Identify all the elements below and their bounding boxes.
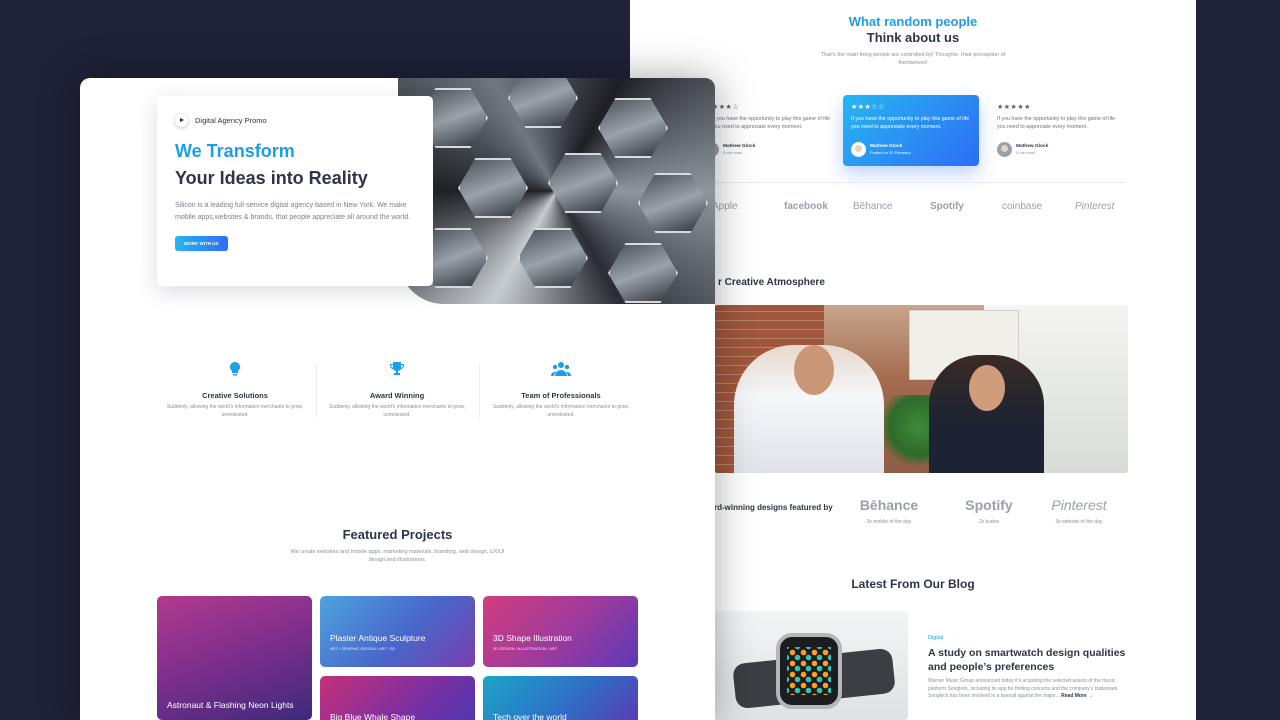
author-name: Mathew Glock (1016, 144, 1049, 149)
testimonials-subtitle: That's the main thing people are control… (820, 52, 1006, 66)
read-more-link[interactable]: Read More → (1061, 693, 1093, 699)
office-photo (714, 305, 1128, 473)
feature-description: Suddenly, allowing the world's informati… (166, 404, 304, 418)
feature-title: Team of Professionals (521, 391, 601, 400)
project-title: Tech over the world (493, 712, 567, 720)
testimonial-author: Mathew Glock Posted on 20 February (851, 142, 911, 157)
projects-subtitle: We create websites and mobile apps, mark… (290, 549, 505, 563)
blog-image[interactable] (714, 611, 908, 720)
project-card[interactable]: Tech over the world (483, 676, 638, 720)
logo-facebook: facebook (784, 201, 828, 212)
featured-logo-spotify: Spotify (965, 497, 1013, 513)
logo-coinbase: coinbase (1002, 201, 1043, 212)
feature-team: Team of Professionals Suddenly, allowing… (480, 361, 642, 419)
hero-card: Digital Agency Promo We Transform Your I… (157, 96, 433, 286)
logo-pinterest: Pinterest (1075, 201, 1115, 212)
feature-award-winning: Award Winning Suddenly, allowing the wor… (316, 361, 478, 419)
testimonial-quote: If you have the opportunity to play this… (851, 116, 970, 130)
lightbulb-icon (230, 362, 240, 376)
feature-description: Suddenly, allowing the world's informati… (328, 404, 466, 418)
avatar (851, 142, 866, 157)
logo-spotify: Spotify (930, 201, 964, 212)
testimonials-title-line2: Think about us (866, 30, 960, 45)
project-card[interactable]: 3D Shape Illustration 3D DESIGN / ILLUST… (483, 596, 638, 667)
project-card[interactable]: Big Blue Whale Shape (320, 676, 475, 720)
blog-excerpt: Warner Music Group announced today it’s … (928, 678, 1128, 701)
atmosphere-title: r Creative Atmosphere (718, 277, 825, 288)
team-icon (550, 362, 572, 376)
logo-apple: Apple (712, 201, 738, 212)
trophy-icon (390, 362, 404, 375)
project-card[interactable]: Astronaut & Flashing Neon Lights (157, 596, 312, 720)
avatar (997, 142, 1012, 157)
hero-title-line1: We Transform (175, 141, 295, 161)
rating-stars: ★★★★★ (997, 104, 1031, 111)
person-woman-head (969, 365, 1005, 411)
work-with-us-button[interactable]: WORK WITH US (175, 236, 228, 251)
testimonial-card[interactable]: ★★★☆ If you have the opportunity to play… (704, 95, 840, 166)
rating-stars: ★★★☆ (712, 104, 740, 111)
author-time: 5 min read (723, 150, 742, 155)
blog-category[interactable]: Digital (928, 635, 943, 641)
testimonial-quote: If you have the opportunity to play this… (997, 116, 1116, 130)
testimonials-title-line1: What random people (848, 14, 978, 29)
testimonial-quote: If you have the opportunity to play this… (712, 116, 831, 130)
featured-logo-pinterest: Pinterest (1051, 497, 1107, 513)
promo-video-link[interactable]: Digital Agency Promo (175, 114, 415, 127)
agency-landing-page: Digital Agency Promo We Transform Your I… (80, 78, 715, 720)
testimonial-card[interactable]: ★★★★★ If you have the opportunity to pla… (989, 95, 1125, 166)
featured-sub: 2x kudos (978, 519, 999, 525)
featured-logo-behance: Bēhance (859, 497, 919, 513)
project-title: 3D Shape Illustration (493, 633, 572, 643)
hero-architecture-image (398, 78, 715, 304)
featured-sub: 3x mobile of the day (866, 519, 912, 525)
featured-by-label: rd-winning designs featured by (714, 503, 833, 512)
person-man-head (794, 345, 834, 395)
hero-title-line2: Your Ideas into Reality (175, 168, 368, 188)
feature-description: Suddenly, allowing the world's informati… (492, 404, 630, 418)
divider (710, 182, 1126, 183)
author-time: Posted on 20 February (870, 150, 911, 155)
promo-label: Digital Agency Promo (195, 116, 267, 125)
author-name: Mathew Glock (723, 144, 756, 149)
project-card[interactable]: Plaster Antique Sculpture ART / GRAPHIC … (320, 596, 475, 667)
project-title: Astronaut & Flashing Neon Lights (167, 700, 294, 710)
rating-stars: ★★★☆☆ (851, 104, 885, 111)
project-title: Big Blue Whale Shape (330, 712, 416, 720)
feature-title: Award Winning (369, 391, 425, 400)
author-name: Mathew Glock (870, 144, 903, 149)
testimonial-author: Mathew Glock 5 min read (997, 142, 1048, 157)
logo-behance: Bēhance (853, 201, 893, 212)
feature-title: Creative Solutions (202, 391, 268, 400)
testimonial-card-active[interactable]: ★★★☆☆ If you have the opportunity to pla… (843, 95, 979, 166)
featured-sub: 3x website of the day (1055, 519, 1103, 525)
hero-description: Silicon is a leading full-service digita… (175, 202, 411, 221)
projects-title: Featured Projects (342, 527, 453, 542)
feature-creative-solutions: Creative Solutions Suddenly, allowing th… (154, 361, 316, 419)
author-time: 5 min read (1016, 150, 1035, 155)
play-icon[interactable] (175, 114, 188, 127)
project-title: Plaster Antique Sculpture (330, 633, 426, 643)
blog-headline[interactable]: A study on smartwatch design qualities a… (928, 647, 1128, 674)
project-meta: 3D DESIGN / ILLUSTRATION / ART (493, 646, 558, 651)
project-meta: ART / GRAPHIC DESIGN / ART / 3D (330, 646, 396, 651)
watch-app-icons (787, 647, 831, 695)
